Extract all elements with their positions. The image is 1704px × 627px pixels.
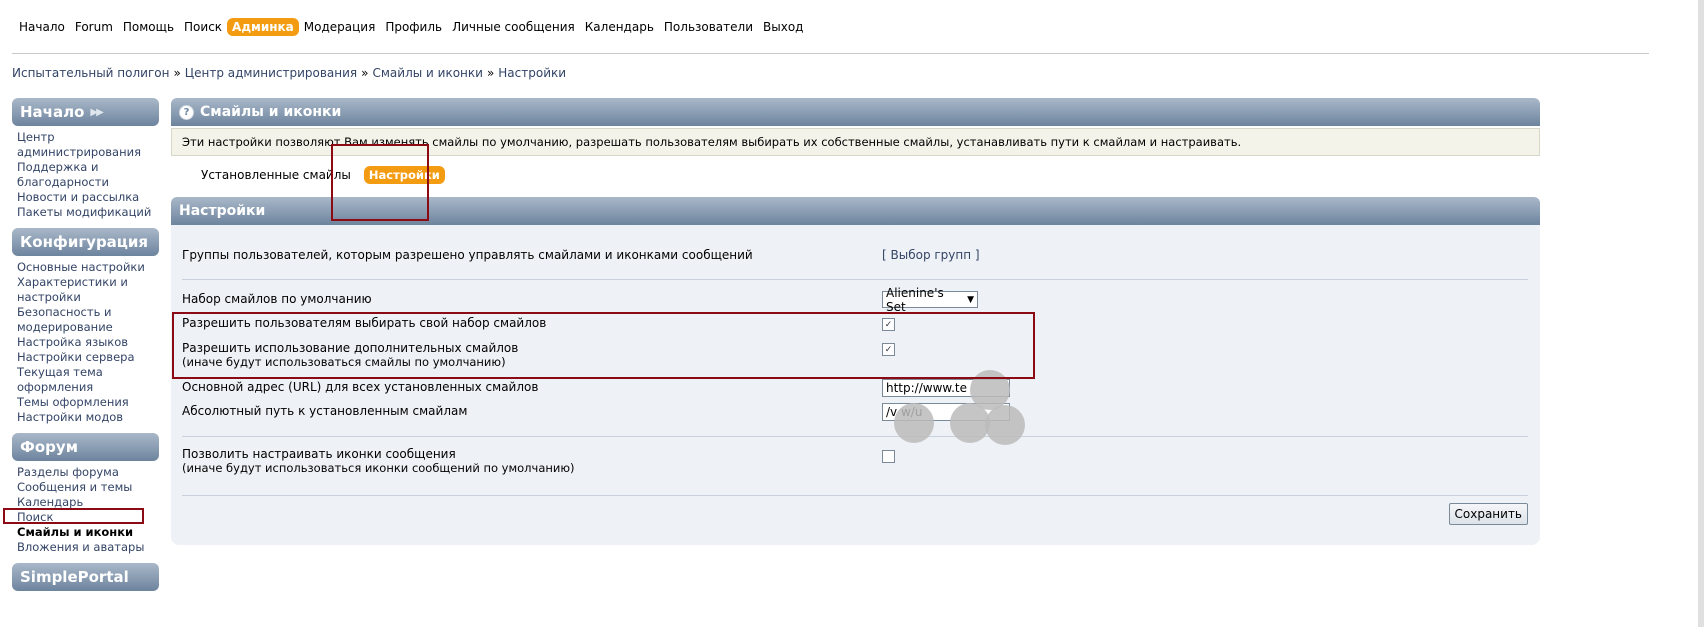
sidebar-list-home: Центр администрирования Поддержка и благ… bbox=[12, 130, 159, 220]
redaction-blob bbox=[894, 403, 934, 443]
smiley-set-value: Alienine's Set bbox=[886, 285, 944, 314]
save-button[interactable]: Сохранить bbox=[1448, 503, 1528, 525]
sidebar-item-search[interactable]: Поиск bbox=[17, 510, 159, 525]
divider bbox=[182, 436, 1528, 437]
redaction-blob bbox=[950, 403, 990, 443]
top-nav: Начало Forum Помощь Поиск Админка Модера… bbox=[14, 17, 808, 37]
nav-moderation[interactable]: Модерация bbox=[299, 18, 381, 36]
sidebar-list-forum: Разделы форума Сообщения и темы Календар… bbox=[12, 465, 159, 555]
help-icon[interactable]: ? bbox=[179, 104, 194, 120]
page-header: ? Смайлы и иконки bbox=[171, 98, 1540, 126]
settings-header: Настройки bbox=[171, 197, 1540, 225]
icons-label: Позволить настраивать иконки сообщения bbox=[182, 447, 456, 461]
allow-extra-sublabel: (иначе будут использоваться смайлы по ум… bbox=[182, 355, 506, 369]
tab-installed-smileys[interactable]: Установленные смайлы bbox=[196, 166, 356, 184]
sidebar-section-title: Конфигурация bbox=[20, 233, 149, 251]
chevron-down-icon: ▼ bbox=[967, 294, 974, 305]
icons-checkbox[interactable] bbox=[882, 450, 895, 463]
sidebar-item-features[interactable]: Характеристики и настройки bbox=[17, 275, 159, 305]
sidebar-section-forum[interactable]: Форум bbox=[12, 433, 159, 461]
nav-search[interactable]: Поиск bbox=[179, 18, 227, 36]
nav-profile[interactable]: Профиль bbox=[380, 18, 447, 36]
sidebar-section-title: Начало bbox=[20, 103, 85, 121]
tab-settings[interactable]: Настройки bbox=[363, 166, 445, 184]
nav-logout[interactable]: Выход bbox=[758, 18, 808, 36]
allow-choose-checkbox[interactable]: ✓ bbox=[882, 318, 895, 331]
header-divider bbox=[12, 53, 1649, 54]
sidebar-item-basic-settings[interactable]: Основные настройки bbox=[17, 260, 159, 275]
allow-choose-label: Разрешить пользователям выбирать свой на… bbox=[182, 316, 547, 330]
sidebar-section-title: SimplePortal bbox=[20, 568, 129, 586]
default-set-label: Набор смайлов по умолчанию bbox=[182, 292, 372, 306]
checkmark-icon: ✓ bbox=[884, 319, 893, 330]
breadcrumb-link-smileys[interactable]: Смайлы и иконки bbox=[373, 66, 483, 80]
sidebar-item-themes[interactable]: Темы оформления bbox=[17, 395, 159, 410]
info-text: Эти настройки позволяют Вам изменять сма… bbox=[182, 135, 1242, 149]
info-description: Эти настройки позволяют Вам изменять сма… bbox=[171, 128, 1540, 156]
sidebar-item-boards[interactable]: Разделы форума bbox=[17, 465, 159, 480]
sidebar-item-server[interactable]: Настройки сервера bbox=[17, 350, 159, 365]
setting-row-path: Абсолютный путь к установленным смайлам … bbox=[182, 403, 1528, 421]
page-title: Смайлы и иконки bbox=[200, 104, 342, 120]
divider bbox=[182, 495, 1528, 496]
admin-sidebar: Начало ▶▶ Центр администрирования Поддер… bbox=[12, 98, 159, 595]
nav-home[interactable]: Начало bbox=[14, 18, 70, 36]
sidebar-item-attachments[interactable]: Вложения и аватары bbox=[17, 540, 159, 555]
redaction-blob bbox=[985, 405, 1025, 445]
smileys-url-value: http://www.te bbox=[886, 381, 968, 395]
vertical-scrollbar[interactable] bbox=[1698, 0, 1704, 627]
sidebar-item-packages[interactable]: Пакеты модификаций bbox=[17, 205, 159, 220]
nav-calendar[interactable]: Календарь bbox=[580, 18, 659, 36]
sidebar-item-current-theme[interactable]: Текущая тема оформления bbox=[17, 365, 159, 395]
breadcrumb-link-admin-center[interactable]: Центр администрирования bbox=[185, 66, 357, 80]
sidebar-section-simpleportal[interactable]: SimplePortal bbox=[12, 563, 159, 591]
nav-admin[interactable]: Админка bbox=[227, 18, 299, 36]
sidebar-item-security[interactable]: Безопасность и модерирование bbox=[17, 305, 159, 335]
sidebar-section-home[interactable]: Начало ▶▶ bbox=[12, 98, 159, 126]
sidebar-item-support[interactable]: Поддержка и благодарности bbox=[17, 160, 159, 190]
url-label: Основной адрес (URL) для всех установлен… bbox=[182, 380, 539, 394]
smiley-set-select[interactable]: Alienine's Set ▼ bbox=[882, 286, 978, 314]
setting-row-groups: Группы пользователей, которым разрешено … bbox=[182, 248, 1528, 262]
sidebar-item-smileys[interactable]: Смайлы и иконки bbox=[17, 525, 159, 540]
setting-row-icons: Позволить настраивать иконки сообщения (… bbox=[182, 447, 1528, 475]
sidebar-section-title: Форум bbox=[20, 438, 78, 456]
breadcrumb: Испытательный полигон» Центр администриро… bbox=[12, 66, 567, 80]
breadcrumb-link-forum[interactable]: Испытательный полигон bbox=[12, 66, 169, 80]
allow-extra-checkbox[interactable]: ✓ bbox=[882, 343, 895, 356]
sidebar-list-config: Основные настройки Характеристики и наст… bbox=[12, 260, 159, 425]
sidebar-item-news[interactable]: Новости и рассылка bbox=[17, 190, 159, 205]
select-groups-link[interactable]: [ Выбор групп ] bbox=[882, 248, 980, 262]
groups-label: Группы пользователей, которым разрешено … bbox=[182, 248, 753, 262]
sidebar-item-admin-center[interactable]: Центр администрирования bbox=[17, 130, 159, 160]
sidebar-item-calendar[interactable]: Календарь bbox=[17, 495, 159, 510]
settings-title: Настройки bbox=[179, 203, 266, 219]
setting-row-default-set: Набор смайлов по умолчанию Alienine's Se… bbox=[182, 286, 1528, 314]
sidebar-item-languages[interactable]: Настройка языков bbox=[17, 335, 159, 350]
setting-row-allow-choose: Разрешить пользователям выбирать свой на… bbox=[182, 316, 1528, 331]
sidebar-section-config[interactable]: Конфигурация bbox=[12, 228, 159, 256]
sidebar-item-mod-settings[interactable]: Настройки модов bbox=[17, 410, 159, 425]
nav-messages[interactable]: Личные сообщения bbox=[447, 18, 580, 36]
setting-row-allow-extra: Разрешить использование дополнительных с… bbox=[182, 341, 1528, 369]
expand-arrows-icon: ▶▶ bbox=[90, 106, 103, 118]
icons-sublabel: (иначе будут использоваться иконки сообщ… bbox=[182, 461, 575, 475]
nav-forum[interactable]: Forum bbox=[70, 18, 118, 36]
nav-members[interactable]: Пользователи bbox=[659, 18, 758, 36]
breadcrumb-link-settings[interactable]: Настройки bbox=[498, 66, 566, 80]
settings-panel: Группы пользователей, которым разрешено … bbox=[171, 225, 1540, 545]
nav-help[interactable]: Помощь bbox=[118, 18, 179, 36]
sidebar-item-posts-topics[interactable]: Сообщения и темы bbox=[17, 480, 159, 495]
divider bbox=[182, 279, 1528, 280]
allow-extra-label: Разрешить использование дополнительных с… bbox=[182, 341, 519, 355]
main-content: ? Смайлы и иконки Эти настройки позволяю… bbox=[171, 98, 1540, 545]
checkmark-icon: ✓ bbox=[884, 344, 893, 355]
tab-bar: Установленные смайлы Настройки bbox=[171, 156, 1540, 194]
path-label: Абсолютный путь к установленным смайлам bbox=[182, 404, 468, 418]
setting-row-url: Основной адрес (URL) для всех установлен… bbox=[182, 379, 1528, 397]
